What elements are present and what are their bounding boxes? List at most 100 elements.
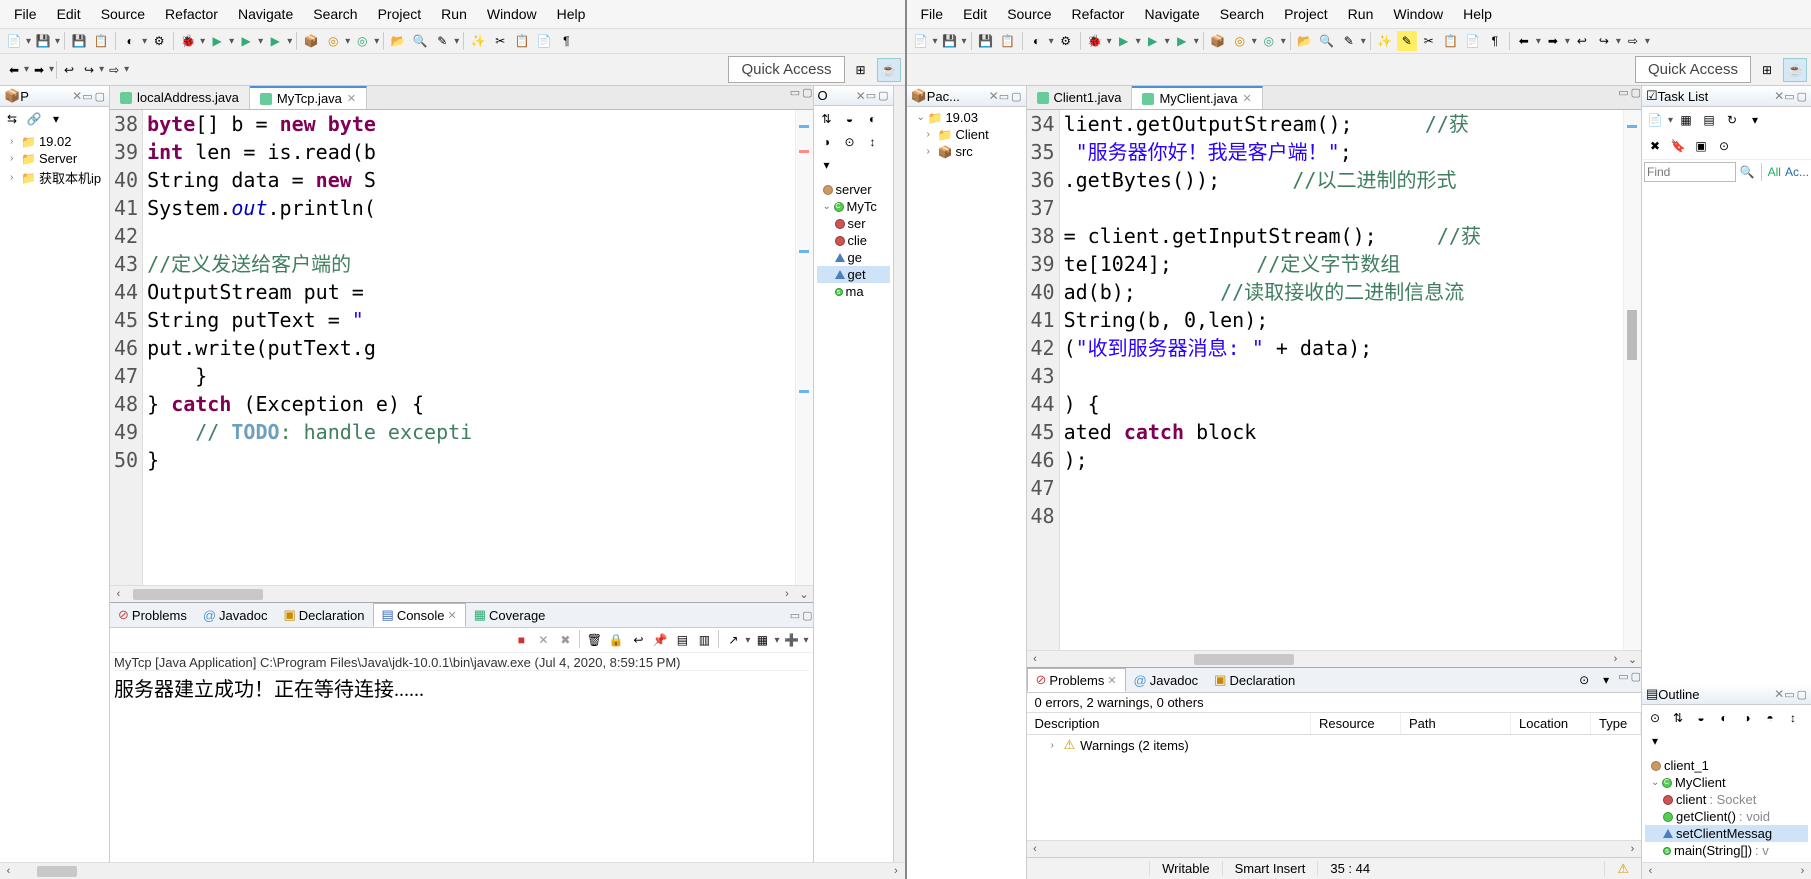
- hide-static-icon[interactable]: ◐: [1714, 708, 1734, 728]
- editor-tab[interactable]: MyTcp.java✕: [250, 86, 367, 109]
- focus-icon[interactable]: ⊙: [1714, 136, 1734, 156]
- nav-fwd-icon[interactable]: ➡: [1543, 31, 1563, 51]
- external-icon[interactable]: ▶: [1172, 31, 1192, 51]
- minimize-icon[interactable]: ▭: [1784, 688, 1794, 701]
- nav-back-icon[interactable]: ⬅: [4, 60, 24, 80]
- view-menu-icon[interactable]: ▾: [817, 155, 837, 175]
- hide-local-icon[interactable]: ◓: [1760, 708, 1780, 728]
- horizontal-scrollbar[interactable]: ‹ › ⌄: [110, 585, 813, 602]
- tab-problems[interactable]: ⊘Problems✕: [1027, 668, 1126, 692]
- print-icon[interactable]: 📋: [998, 31, 1018, 51]
- maximize-icon[interactable]: ▢: [95, 90, 105, 103]
- hide-nonpublic-icon[interactable]: ◑: [1737, 708, 1757, 728]
- minimize-icon[interactable]: ▭: [790, 609, 800, 622]
- hide-static-icon[interactable]: ◐: [863, 109, 883, 129]
- code-editor[interactable]: 38394041424344454647484950 byte[] b = ne…: [110, 110, 813, 585]
- collapse-all-icon[interactable]: ⇆: [2, 109, 22, 129]
- wand-icon[interactable]: ✨: [1375, 31, 1395, 51]
- debug-swap-icon[interactable]: ◐: [1027, 31, 1047, 51]
- scroll-left-icon[interactable]: ‹: [110, 588, 127, 600]
- menu-navigate[interactable]: Navigate: [228, 2, 303, 26]
- chevron-down-icon[interactable]: ⌄: [1624, 653, 1641, 666]
- word-wrap-icon[interactable]: ↩: [628, 630, 648, 650]
- new-icon[interactable]: 📄: [911, 31, 931, 51]
- link-icon[interactable]: ↕: [863, 132, 883, 152]
- outline-item[interactable]: setClientMessag: [1645, 825, 1808, 842]
- maximize-icon[interactable]: ▢: [1011, 90, 1021, 103]
- paste-icon[interactable]: 📋: [1441, 31, 1461, 51]
- menu-project[interactable]: Project: [1274, 2, 1338, 26]
- status-warn-icon[interactable]: ⚠: [1604, 861, 1641, 877]
- tab-problems[interactable]: ⊘Problems: [110, 604, 195, 626]
- new-class-icon[interactable]: ◎: [1230, 31, 1250, 51]
- run-icon[interactable]: ▶: [207, 31, 227, 51]
- menu-window[interactable]: Window: [1383, 2, 1453, 26]
- outline-tree[interactable]: server⌄CMyTcsercliegegetsma: [814, 178, 893, 303]
- close-icon[interactable]: ✕: [1774, 89, 1784, 103]
- project-item[interactable]: 获取本机ip: [39, 168, 101, 187]
- toggle-mark-icon[interactable]: ✎: [432, 31, 452, 51]
- quick-access-box[interactable]: Quick Access: [728, 56, 844, 83]
- paste2-icon[interactable]: 📄: [534, 31, 554, 51]
- coverage-icon[interactable]: ▶: [1143, 31, 1163, 51]
- open-console-icon[interactable]: ▦: [752, 630, 772, 650]
- scroll-right-icon[interactable]: ›: [1607, 653, 1624, 665]
- overview-ruler[interactable]: [1623, 110, 1641, 650]
- close-icon[interactable]: ✕: [347, 92, 356, 105]
- perspective-java-icon[interactable]: ☕: [877, 58, 901, 82]
- menu-navigate[interactable]: Navigate: [1134, 2, 1209, 26]
- menu-search[interactable]: Search: [1210, 2, 1274, 26]
- minimize-icon[interactable]: ▭: [1618, 86, 1628, 109]
- menu-refactor[interactable]: Refactor: [1062, 2, 1135, 26]
- coverage-icon[interactable]: ▶: [236, 31, 256, 51]
- minimize-icon[interactable]: ▭: [866, 89, 876, 102]
- remove-all-icon[interactable]: ✖: [555, 630, 575, 650]
- display-selected-icon[interactable]: ↗: [723, 630, 743, 650]
- cut-icon[interactable]: ✂: [490, 31, 510, 51]
- scroll-right-icon[interactable]: ›: [779, 588, 796, 600]
- project-item[interactable]: 19.02: [39, 134, 72, 149]
- close-icon[interactable]: ✕: [72, 89, 82, 103]
- search-icon[interactable]: 🔍: [1317, 31, 1337, 51]
- outline-item[interactable]: ge: [817, 249, 890, 266]
- minimize-icon[interactable]: ▭: [82, 90, 92, 103]
- outline-item[interactable]: clie: [817, 232, 890, 249]
- pilcrow-icon[interactable]: ¶: [556, 31, 576, 51]
- hist-back-icon[interactable]: ↩: [1572, 31, 1592, 51]
- horizontal-scrollbar[interactable]: ‹ › ⌄: [1027, 650, 1642, 667]
- paste-icon[interactable]: 📋: [512, 31, 532, 51]
- editor-tab[interactable]: MyClient.java✕: [1132, 86, 1262, 109]
- run-icon[interactable]: ▶: [1114, 31, 1134, 51]
- tab-declaration[interactable]: ▣Declaration: [275, 604, 372, 626]
- close-icon[interactable]: ✕: [1107, 674, 1116, 687]
- sort-icon[interactable]: ⇅: [817, 109, 837, 129]
- menu-run[interactable]: Run: [431, 2, 477, 26]
- paste2-icon[interactable]: 📄: [1463, 31, 1483, 51]
- menu-edit[interactable]: Edit: [47, 2, 91, 26]
- outline-item[interactable]: client_1: [1645, 757, 1808, 774]
- wand-icon[interactable]: ✨: [468, 31, 488, 51]
- project-item[interactable]: src: [955, 144, 972, 159]
- sort-icon[interactable]: ⇅: [1668, 708, 1688, 728]
- outline-item[interactable]: client : Socket: [1645, 791, 1808, 808]
- perspective-java-icon[interactable]: ☕: [1783, 58, 1807, 82]
- outline-item[interactable]: ⌄CMyClient: [1645, 774, 1808, 791]
- menu-edit[interactable]: Edit: [953, 2, 997, 26]
- tab-coverage[interactable]: ▦Coverage: [466, 604, 554, 626]
- schedule-icon[interactable]: ▤: [1699, 110, 1719, 130]
- menu-search[interactable]: Search: [303, 2, 367, 26]
- filter-completed-icon[interactable]: ✖: [1645, 136, 1665, 156]
- pin-console-icon[interactable]: 📌: [650, 630, 670, 650]
- categorize-icon[interactable]: ▦: [1676, 110, 1696, 130]
- filter-icon[interactable]: 🔖: [1668, 136, 1688, 156]
- new-task-icon[interactable]: 📄: [1645, 110, 1665, 130]
- scroll-lock-icon[interactable]: 🔒: [606, 630, 626, 650]
- menu-window[interactable]: Window: [477, 2, 547, 26]
- hist-fwd-icon[interactable]: ↪: [1594, 31, 1614, 51]
- outline-item[interactable]: get: [817, 266, 890, 283]
- build-icon[interactable]: ⚙: [1056, 31, 1076, 51]
- menu-help[interactable]: Help: [1453, 2, 1502, 26]
- new-package-icon[interactable]: 📦: [1208, 31, 1228, 51]
- highlight-icon[interactable]: ✎: [1397, 31, 1417, 51]
- menu-file[interactable]: File: [4, 2, 47, 26]
